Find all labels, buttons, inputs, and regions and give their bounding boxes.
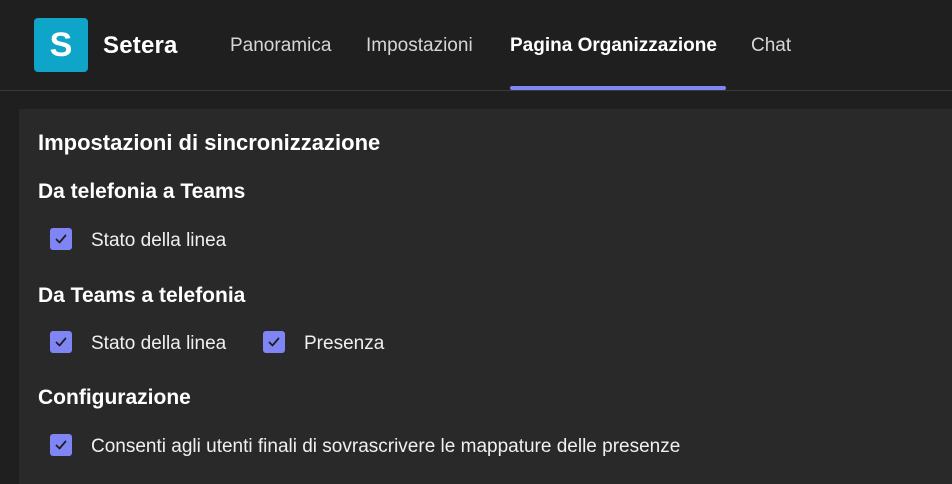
checkbox-label: Consenti agli utenti finali di sovrascri… bbox=[91, 436, 681, 457]
checkmark-icon bbox=[55, 440, 67, 450]
checkbox-phone-to-teams-line-status[interactable] bbox=[50, 228, 72, 250]
section-heading-teams-to-phone: Da Teams a telefonia bbox=[38, 284, 246, 307]
checkbox-teams-to-phone-presence[interactable] bbox=[263, 331, 285, 353]
section-heading-phone-to-teams: Da telefonia a Teams bbox=[38, 180, 246, 203]
tab-impostazioni[interactable]: Impostazioni bbox=[366, 35, 473, 57]
checkbox-label: Stato della linea bbox=[91, 230, 227, 251]
active-tab-indicator bbox=[510, 86, 726, 90]
top-bar: S Setera Panoramica Impostazioni Pagina … bbox=[0, 0, 952, 91]
checkbox-teams-to-phone-line-status[interactable] bbox=[50, 331, 72, 353]
tab-chat[interactable]: Chat bbox=[751, 35, 791, 57]
app-logo[interactable]: S bbox=[34, 18, 88, 72]
checkbox-label: Presenza bbox=[304, 333, 385, 354]
checkmark-icon bbox=[55, 337, 67, 347]
checkbox-label: Stato della linea bbox=[91, 333, 227, 354]
tab-panoramica[interactable]: Panoramica bbox=[230, 35, 331, 57]
tab-pagina-organizzazione[interactable]: Pagina Organizzazione bbox=[510, 35, 717, 57]
checkbox-allow-override-presence-mappings[interactable] bbox=[50, 434, 72, 456]
section-heading-configuration: Configurazione bbox=[38, 386, 191, 409]
app-name: Setera bbox=[103, 32, 178, 59]
app-logo-letter: S bbox=[49, 25, 73, 64]
checkmark-icon bbox=[268, 337, 280, 347]
sync-settings-title: Impostazioni di sincronizzazione bbox=[38, 130, 381, 155]
checkmark-icon bbox=[55, 234, 67, 244]
